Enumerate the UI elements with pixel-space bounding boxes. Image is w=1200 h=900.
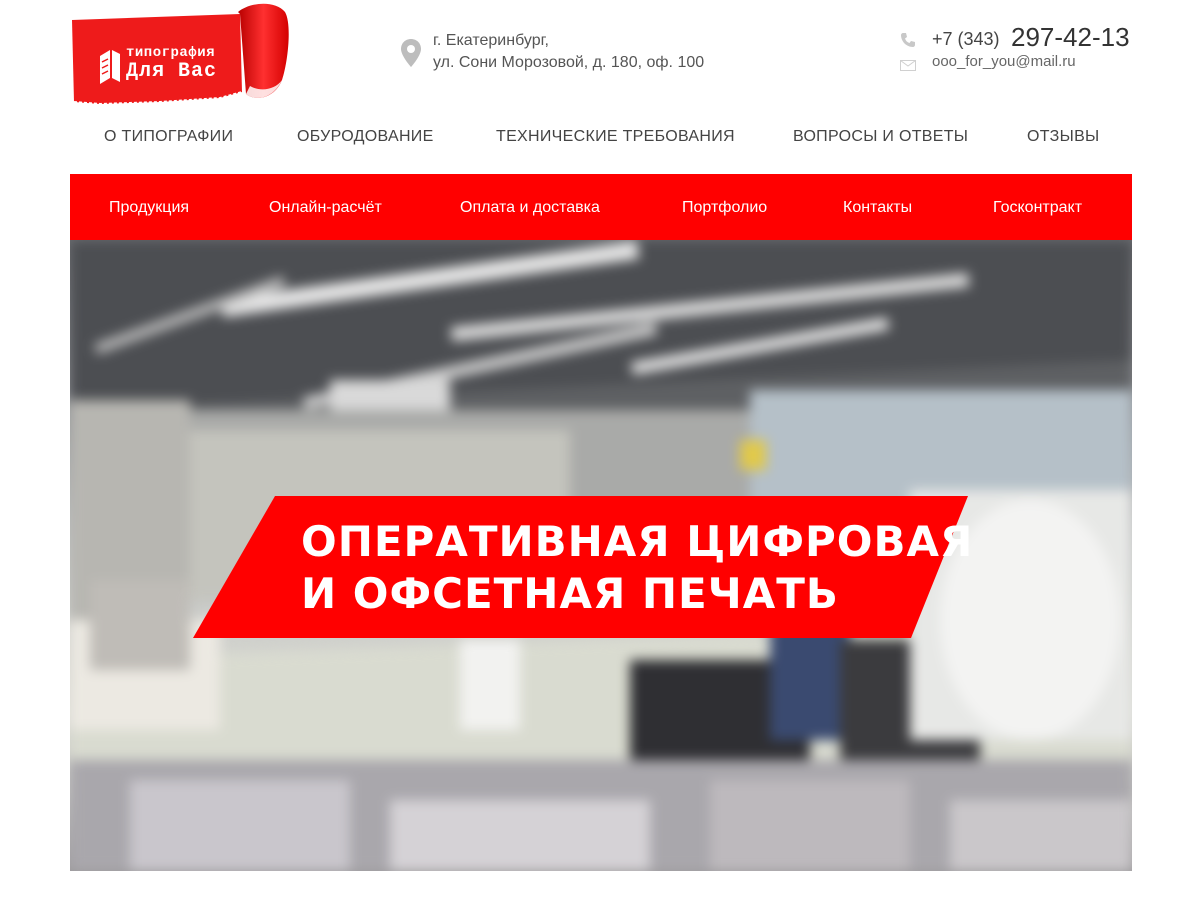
top-nav-item-about[interactable]: О типографии [104, 128, 233, 146]
envelope-icon [900, 60, 916, 71]
logo-line1: типография [126, 45, 216, 61]
top-nav-item-tech-requirements[interactable]: Технические требования [496, 128, 735, 146]
phone-icon [901, 33, 915, 47]
hero-headline-banner: Оперативная цифровая и офсетная печать [193, 496, 972, 638]
main-nav-item-contacts[interactable]: Контакты [843, 199, 912, 217]
logo[interactable]: типография Для Вас [70, 2, 295, 108]
address-line1: г. Екатеринбург, [433, 32, 549, 49]
site-header: типография Для Вас г. Екатеринбург, ул. … [0, 0, 1200, 110]
main-nav-item-gov-contract[interactable]: Госконтракт [993, 199, 1082, 217]
hero-headline-line2: и офсетная печать [301, 569, 839, 618]
phone-code[interactable]: +7 (343) [932, 29, 1000, 50]
logo-line2: Для Вас [126, 60, 218, 83]
map-pin-icon [401, 39, 421, 67]
top-nav-item-faq[interactable]: Вопросы и ответы [793, 128, 968, 146]
address-line2: ул. Сони Морозовой, д. 180, оф. 100 [433, 54, 705, 71]
logo-text: типография Для Вас [126, 46, 217, 82]
main-nav-item-portfolio[interactable]: Портфолио [682, 199, 767, 217]
hero-banner: Оперативная цифровая и офсетная печать [70, 240, 1132, 871]
main-nav: Продукция Онлайн-расчёт Оплата и доставк… [70, 174, 1132, 240]
top-nav-item-equipment[interactable]: Обуродование [297, 128, 434, 146]
main-nav-item-products[interactable]: Продукция [109, 199, 189, 217]
main-nav-item-payment-delivery[interactable]: Оплата и доставка [460, 199, 600, 217]
phone-number[interactable]: 297-42-13 [1011, 22, 1130, 53]
hero-headline-line1: Оперативная цифровая [301, 517, 974, 566]
main-nav-item-online-calc[interactable]: Онлайн-расчёт [269, 199, 382, 217]
email-link[interactable]: ooo_for_you@mail.ru [932, 53, 1076, 70]
hero-headline: Оперативная цифровая и офсетная печать [301, 516, 973, 620]
top-nav-item-reviews[interactable]: Отзывы [1027, 128, 1100, 146]
top-nav: О типографии Обуродование Технические тр… [70, 128, 1132, 154]
